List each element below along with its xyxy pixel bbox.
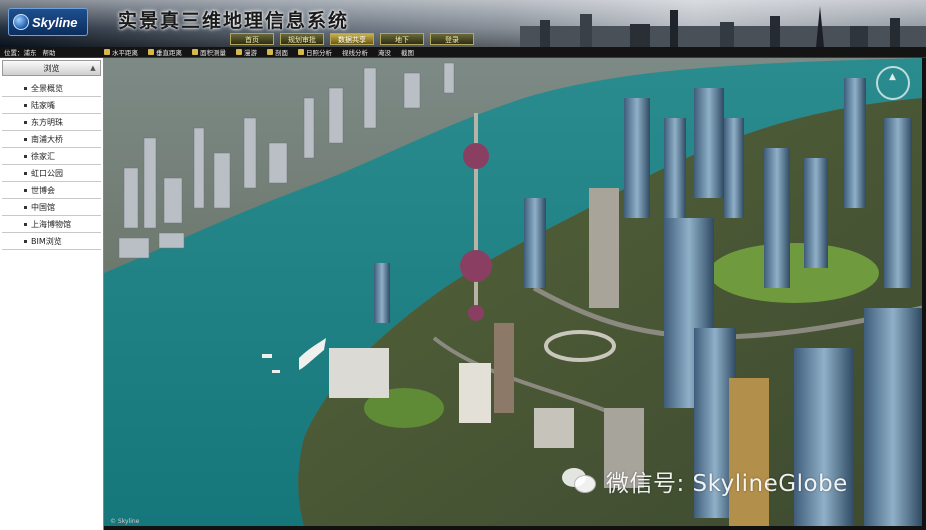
sidebar-item[interactable]: 南浦大桥 (2, 131, 101, 148)
tab-underground[interactable]: 地下 (380, 33, 424, 45)
profile-icon (267, 49, 273, 55)
toolbar: 位置：浦东 帮助 水平距离 垂直距离 面积测量 漫游 剖面 日照分析 视线分析 … (0, 47, 926, 58)
bullet-icon (24, 222, 27, 226)
bullet-icon (24, 171, 27, 175)
bullet-icon (24, 188, 27, 192)
tab-login[interactable]: 登录 (430, 33, 474, 45)
sidebar-item[interactable]: 徐家汇 (2, 148, 101, 165)
tool-sunlight[interactable]: 日照分析 (298, 47, 332, 57)
sidebar-item[interactable]: 中国馆 (2, 199, 101, 216)
sidebar-item-label: 陆家嘴 (31, 100, 55, 110)
tool-area[interactable]: 面积测量 (192, 47, 226, 57)
sidebar: 浏览 ▲ 全景概览 陆家嘴 东方明珠 南浦大桥 徐家汇 虹口公园 世博会 中国馆… (0, 58, 104, 530)
sidebar-item-label: 上海博物馆 (31, 219, 71, 229)
help-link[interactable]: 帮助 (43, 47, 56, 57)
tool-fly[interactable]: 漫游 (236, 47, 257, 57)
header-nav: 首页 规划审批 数据共享 地下 登录 (230, 33, 474, 45)
area-icon (192, 49, 198, 55)
sidebar-item-label: 东方明珠 (31, 117, 63, 127)
wechat-watermark: 微信号: SkylineGlobe (562, 464, 848, 498)
header-skyline-image (520, 6, 926, 47)
compass-navigator[interactable]: ▲ (876, 66, 910, 100)
app-title: 实景真三维地理信息系统 (118, 11, 350, 32)
logo-text: Skyline (32, 14, 78, 30)
app-header: Skyline 实景真三维地理信息系统 首页 规划审批 数据共享 地下 登录 (0, 0, 926, 47)
viewport-frame (104, 526, 926, 530)
tool-vertical-distance[interactable]: 垂直距离 (148, 47, 182, 57)
sidebar-heading-label: 浏览 (43, 63, 60, 73)
tool-label: 视线分析 (342, 49, 368, 57)
ruler-icon (104, 49, 110, 55)
sidebar-item[interactable]: 上海博物馆 (2, 216, 101, 233)
city-scene (104, 58, 922, 526)
boat (262, 354, 272, 358)
sun-icon (298, 49, 304, 55)
skyline-logo[interactable]: Skyline (8, 8, 88, 36)
globe-icon (13, 14, 29, 30)
bullet-icon (24, 103, 27, 107)
tool-flood[interactable]: 淹没 (378, 47, 391, 57)
tab-planning[interactable]: 规划审批 (280, 33, 324, 45)
tool-screenshot[interactable]: 截图 (401, 47, 414, 57)
watermark-text: 微信号: SkylineGlobe (606, 471, 848, 497)
tab-home[interactable]: 首页 (230, 33, 274, 45)
sidebar-item[interactable]: 全景概览 (2, 80, 101, 97)
collapse-icon[interactable]: ▲ (89, 64, 97, 72)
tool-label: 水平距离 (112, 49, 138, 57)
sidebar-heading[interactable]: 浏览 ▲ (2, 60, 101, 76)
bullet-icon (24, 239, 27, 243)
compass-arrow-icon: ▲ (889, 72, 896, 82)
sidebar-list: 全景概览 陆家嘴 东方明珠 南浦大桥 徐家汇 虹口公园 世博会 中国馆 上海博物… (2, 80, 101, 250)
tool-label: 淹没 (378, 49, 391, 57)
sidebar-item[interactable]: 陆家嘴 (2, 97, 101, 114)
viewport-frame (922, 58, 926, 530)
tool-sightline[interactable]: 视线分析 (342, 47, 368, 57)
copyright-text: © Skyline (110, 518, 140, 525)
map-3d-viewport[interactable] (104, 58, 922, 526)
sidebar-item-label: 中国馆 (31, 202, 55, 212)
bullet-icon (24, 120, 27, 124)
boat (272, 370, 280, 373)
bullet-icon (24, 154, 27, 158)
tool-label: 日照分析 (306, 49, 332, 57)
sidebar-item-label: 南浦大桥 (31, 134, 63, 144)
height-icon (148, 49, 154, 55)
tool-label: 截图 (401, 49, 414, 57)
tool-label: 垂直距离 (156, 49, 182, 57)
green-park (709, 243, 879, 303)
fly-icon (236, 49, 242, 55)
tool-label: 漫游 (244, 49, 257, 57)
tool-profile[interactable]: 剖面 (267, 47, 288, 57)
sidebar-item[interactable]: BIM浏览 (2, 233, 101, 250)
bullet-icon (24, 86, 27, 90)
tool-label: 剖面 (275, 49, 288, 57)
wechat-icon (562, 466, 600, 496)
tool-horizontal-distance[interactable]: 水平距离 (104, 47, 138, 57)
toolbar-left: 位置：浦东 帮助 (0, 47, 104, 57)
bullet-icon (24, 205, 27, 209)
sidebar-item-label: 全景概览 (31, 83, 63, 93)
sidebar-item[interactable]: 虹口公园 (2, 165, 101, 182)
bullet-icon (24, 137, 27, 141)
sidebar-item[interactable]: 世博会 (2, 182, 101, 199)
sidebar-item-label: BIM浏览 (31, 236, 62, 246)
location-label: 位置：浦东 (4, 49, 37, 57)
tool-label: 面积测量 (200, 49, 226, 57)
sidebar-item-label: 徐家汇 (31, 151, 55, 161)
sidebar-item-label: 虹口公园 (31, 168, 63, 178)
sidebar-item-label: 世博会 (31, 185, 55, 195)
tab-data-share[interactable]: 数据共享 (330, 33, 374, 45)
sidebar-item[interactable]: 东方明珠 (2, 114, 101, 131)
